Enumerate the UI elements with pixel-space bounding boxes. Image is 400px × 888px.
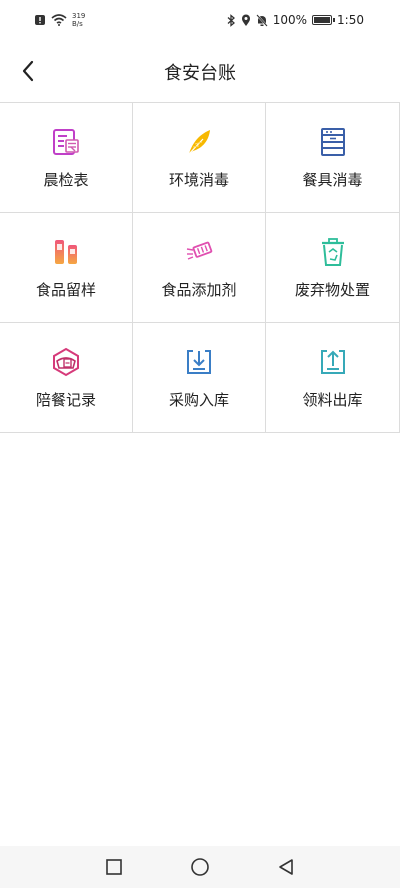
square-icon: [106, 859, 122, 875]
circle-icon: [191, 858, 209, 876]
grid-item-label: 晨检表: [43, 171, 89, 189]
additive-icon: [182, 235, 216, 269]
back-nav-button[interactable]: [274, 855, 298, 879]
network-speed: 319 B/s: [72, 12, 85, 28]
system-nav-bar: [0, 846, 400, 888]
wifi-icon: [51, 14, 67, 26]
chevron-left-icon: [22, 60, 34, 82]
grid-item-tableware-disinfection[interactable]: 餐具消毒: [266, 103, 400, 213]
back-button[interactable]: [14, 56, 42, 86]
grid-item-label: 陪餐记录: [35, 391, 96, 409]
download-box-icon: [182, 345, 216, 379]
cabinet-icon: [316, 125, 350, 159]
page-title: 食安台账: [164, 63, 236, 84]
battery-icon: [312, 15, 335, 25]
grid-item-label: 采购入库: [168, 391, 229, 409]
location-icon: [241, 14, 250, 26]
mute-bell-icon: [255, 13, 268, 27]
grid-item-food-additive[interactable]: 食品添加剂: [133, 213, 266, 323]
triangle-back-icon: [279, 859, 293, 875]
grid-item-label: 食品添加剂: [161, 281, 237, 299]
grid-item-material-outbound[interactable]: 领料出库: [266, 323, 400, 433]
grid-item-accompany-meal-record[interactable]: 陪餐记录: [0, 323, 133, 433]
grid-item-label: 环境消毒: [168, 171, 229, 189]
bluetooth-icon: [227, 13, 235, 27]
ledger-grid: 晨检表 环境消毒 餐具消毒 食品留样 食品添加剂 废弃物处置 陪餐记录 采购入库…: [0, 102, 400, 433]
feather-icon: [182, 125, 216, 159]
net-speed-unit: B/s: [72, 20, 83, 28]
home-button[interactable]: [188, 855, 212, 879]
grid-item-label: 废弃物处置: [294, 281, 370, 299]
status-time: 1:50: [337, 13, 364, 27]
recycle-bin-icon: [316, 235, 350, 269]
grid-item-label: 餐具消毒: [302, 171, 363, 189]
upload-box-icon: [316, 345, 350, 379]
app-header: 食安台账: [0, 44, 400, 100]
grid-item-morning-check[interactable]: 晨检表: [0, 103, 133, 213]
grid-item-label: 食品留样: [35, 281, 96, 299]
status-bar: 319 B/s 100% 1:50: [0, 0, 400, 40]
grid-item-food-sample[interactable]: 食品留样: [0, 213, 133, 323]
net-speed-value: 319: [72, 12, 86, 20]
grid-item-purchase-inbound[interactable]: 采购入库: [133, 323, 266, 433]
status-left: 319 B/s: [34, 12, 85, 28]
grid-item-label: 领料出库: [302, 391, 363, 409]
grid-item-environment-disinfection[interactable]: 环境消毒: [133, 103, 266, 213]
status-right: 100% 1:50: [226, 13, 364, 27]
battery-percent: 100%: [272, 13, 308, 27]
meal-record-icon: [49, 345, 83, 379]
grid-item-waste-disposal[interactable]: 废弃物处置: [266, 213, 400, 323]
sample-bottles-icon: [49, 235, 83, 269]
morning-check-icon: [49, 125, 83, 159]
recent-apps-button[interactable]: [102, 855, 126, 879]
notification-icon: [35, 15, 45, 25]
